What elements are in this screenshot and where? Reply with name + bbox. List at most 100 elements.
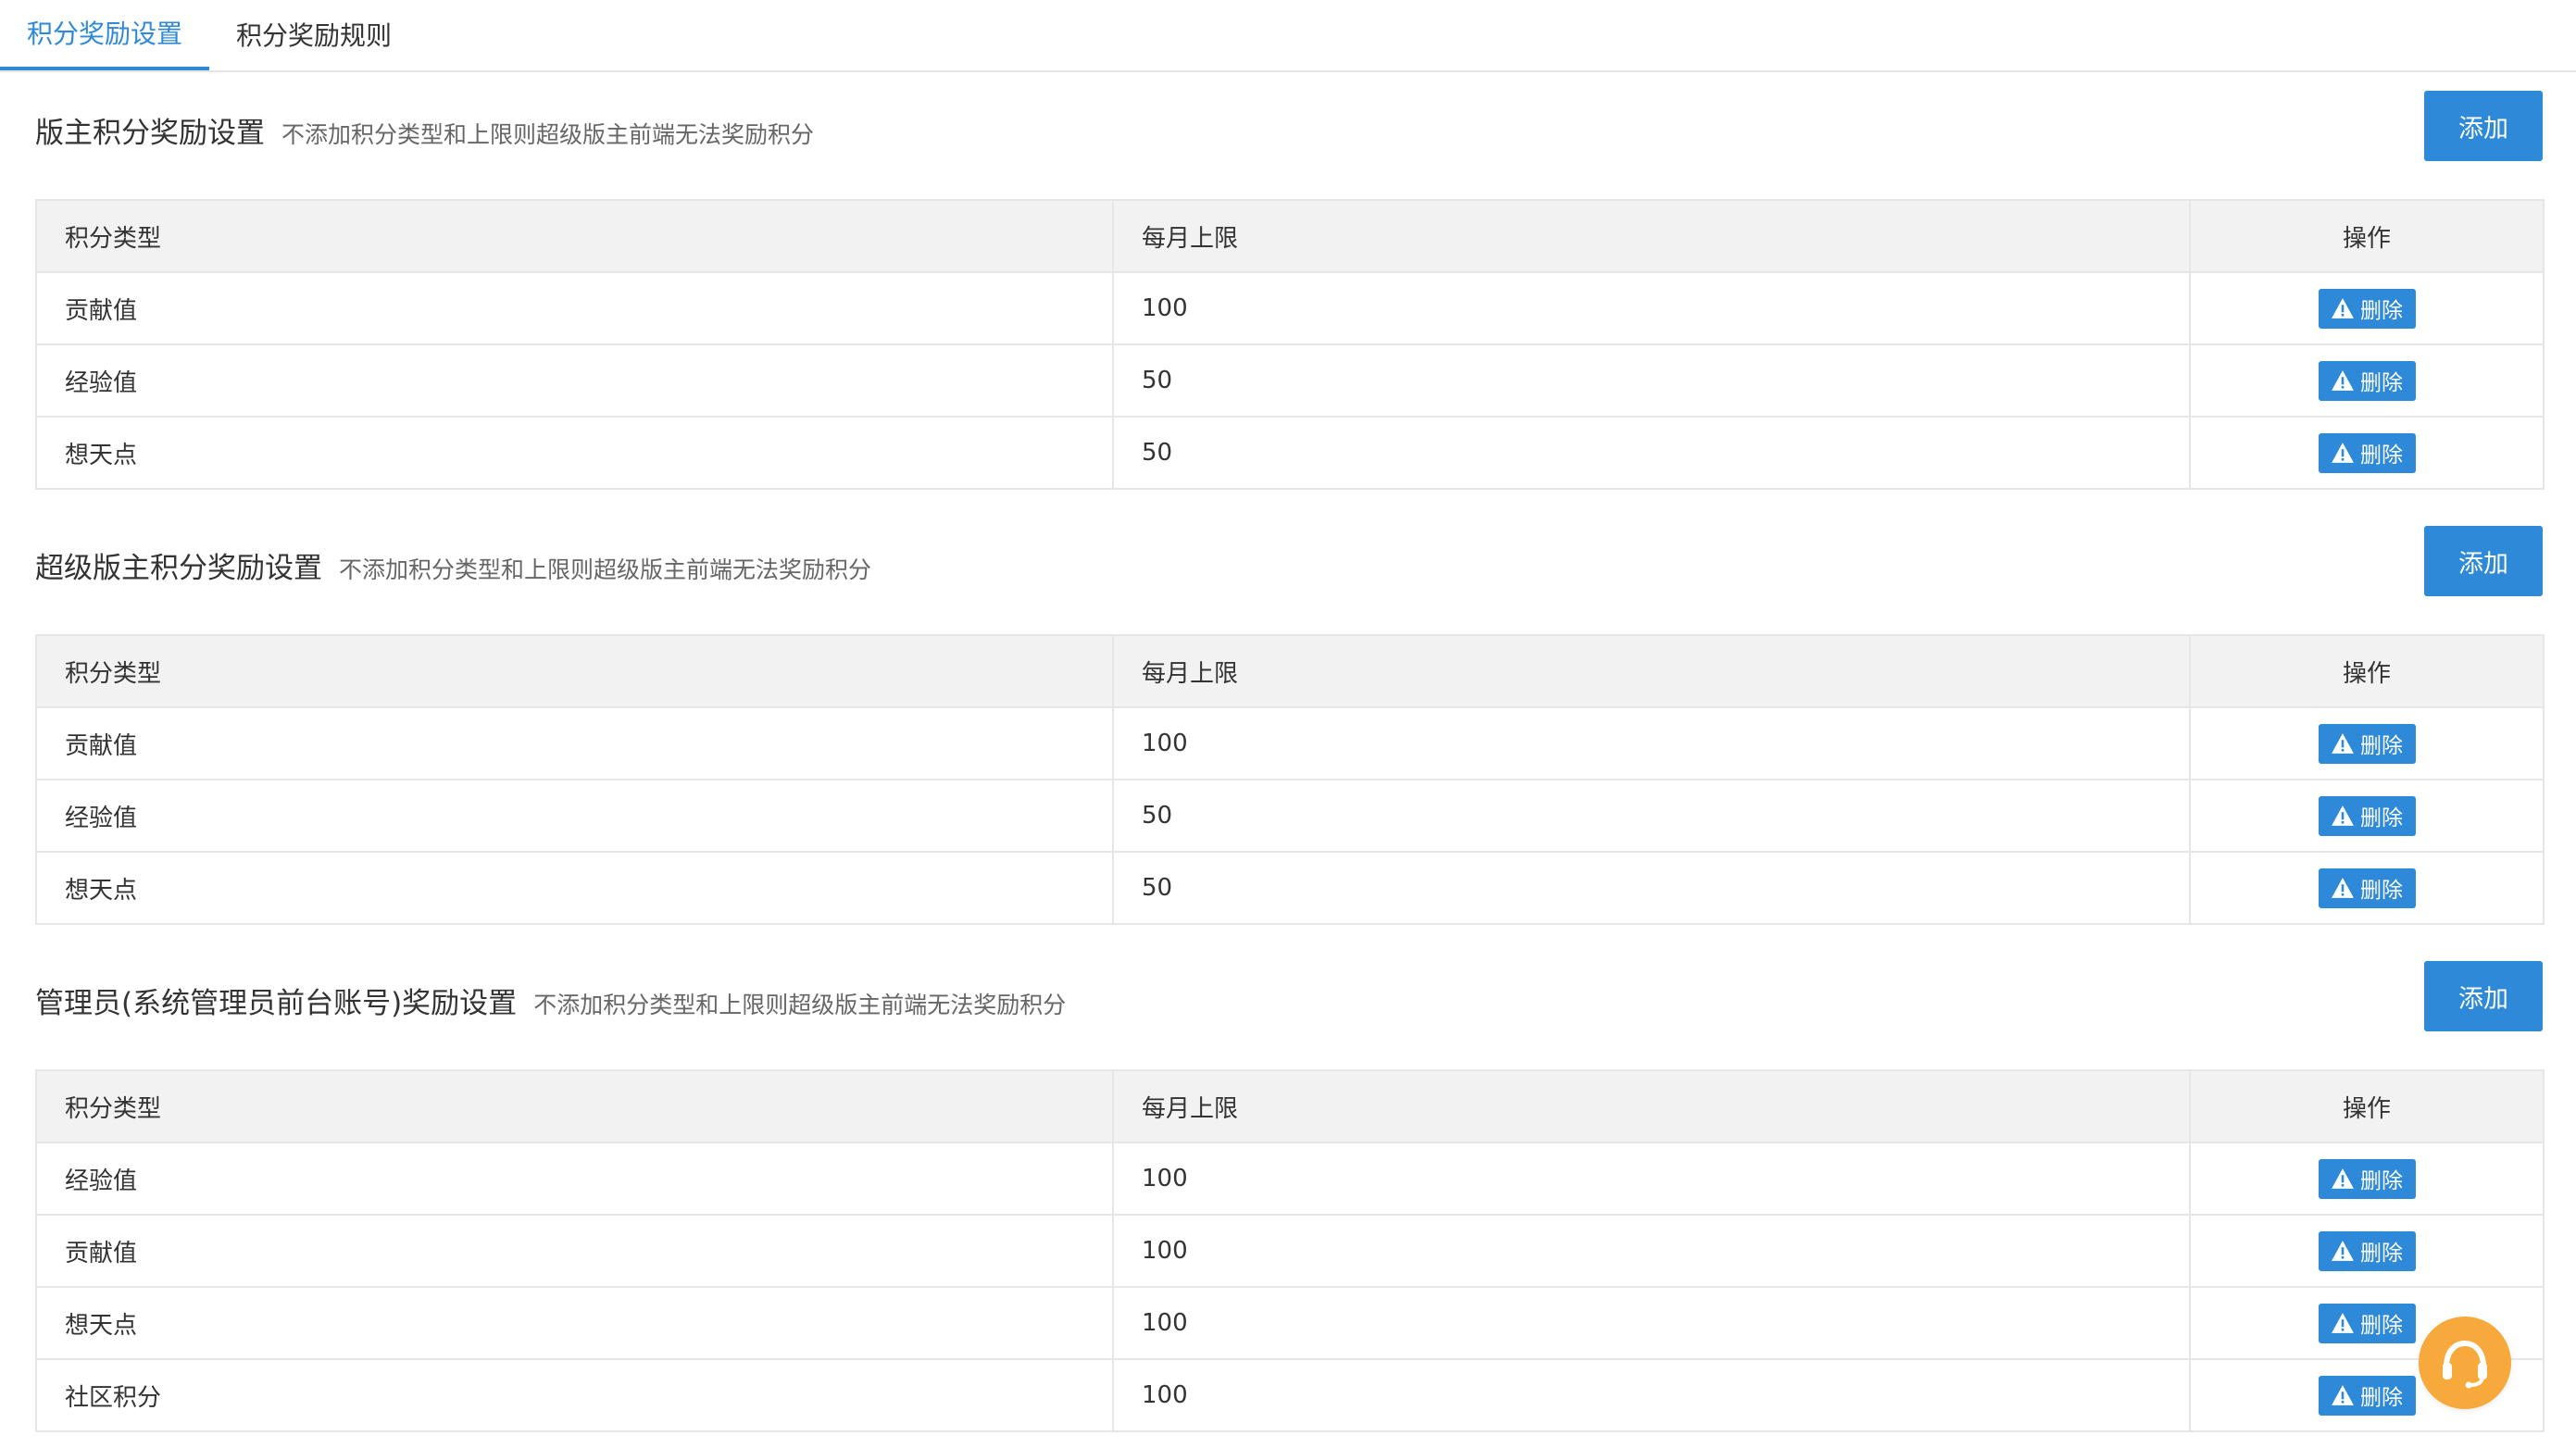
warning-icon	[2332, 298, 2354, 318]
headset-icon	[2443, 1340, 2487, 1389]
column-header-type: 积分类型	[35, 634, 1114, 708]
table-row: 想天点 50 删除	[35, 851, 2545, 925]
cell-limit: 100	[1112, 271, 2191, 345]
column-header-limit: 每月上限	[1112, 1069, 2191, 1143]
cell-type: 想天点	[35, 1286, 1114, 1360]
warning-icon	[2332, 1241, 2354, 1261]
reward-table: 积分类型 每月上限 操作 经验值 100 删除 贡献值 100 删除 想天点 1…	[35, 1069, 2545, 1432]
table-header-row: 积分类型 每月上限 操作	[35, 199, 2545, 273]
table-row: 经验值 100 删除	[35, 1142, 2545, 1216]
table-row: 贡献值 100 删除	[35, 271, 2545, 345]
section-title: 超级版主积分奖励设置 不添加积分类型和上限则超级版主前端无法奖励积分	[35, 544, 871, 586]
table-row: 贡献值 100 删除	[35, 706, 2545, 780]
tab-bar: 积分奖励设置 积分奖励规则	[0, 0, 2576, 72]
cell-type: 社区积分	[35, 1358, 1114, 1432]
delete-button[interactable]: 删除	[2318, 723, 2416, 764]
section-tip: 不添加积分类型和上限则超级版主前端无法奖励积分	[281, 121, 815, 148]
add-button[interactable]: 添加	[2424, 526, 2543, 596]
warning-icon	[2332, 1313, 2354, 1333]
warning-icon	[2332, 805, 2354, 826]
super-moderator-reward-section: 超级版主积分奖励设置 不添加积分类型和上限则超级版主前端无法奖励积分 添加 积分类…	[35, 526, 2545, 925]
cell-action: 删除	[2189, 343, 2545, 418]
cell-type: 贡献值	[35, 706, 1114, 780]
cell-limit: 100	[1112, 1142, 2191, 1216]
delete-label: 删除	[2360, 734, 2403, 758]
reward-table: 积分类型 每月上限 操作 贡献值 100 删除 经验值 50 删除 想天点 50…	[35, 634, 2545, 925]
customer-support-button[interactable]	[2419, 1317, 2511, 1409]
add-button[interactable]: 添加	[2424, 91, 2543, 161]
delete-button[interactable]: 删除	[2318, 1303, 2416, 1343]
tab-reward-settings[interactable]: 积分奖励设置	[0, 0, 210, 70]
delete-button[interactable]: 删除	[2318, 1375, 2416, 1416]
delete-button[interactable]: 删除	[2318, 1230, 2416, 1271]
section-header: 管理员(系统管理员前台账号)奖励设置 不添加积分类型和上限则超级版主前端无法奖励积…	[35, 961, 2543, 1033]
cell-type: 经验值	[35, 343, 1114, 418]
cell-action: 删除	[2189, 1214, 2545, 1288]
cell-type: 经验值	[35, 779, 1114, 853]
column-header-action: 操作	[2189, 199, 2545, 273]
section-header: 超级版主积分奖励设置 不添加积分类型和上限则超级版主前端无法奖励积分 添加	[35, 526, 2543, 598]
cell-limit: 50	[1112, 851, 2191, 925]
cell-action: 删除	[2189, 1142, 2545, 1216]
delete-button[interactable]: 删除	[2318, 432, 2416, 473]
tab-reward-rules[interactable]: 积分奖励规则	[209, 0, 419, 70]
section-tip: 不添加积分类型和上限则超级版主前端无法奖励积分	[533, 992, 1067, 1018]
section-tip: 不添加积分类型和上限则超级版主前端无法奖励积分	[339, 556, 872, 583]
cell-limit: 100	[1112, 1358, 2191, 1432]
column-header-type: 积分类型	[35, 1069, 1114, 1143]
table-row: 想天点 100 删除	[35, 1286, 2545, 1360]
warning-icon	[2332, 443, 2354, 463]
admin-reward-section: 管理员(系统管理员前台账号)奖励设置 不添加积分类型和上限则超级版主前端无法奖励积…	[35, 961, 2545, 1432]
table-row: 经验值 50 删除	[35, 779, 2545, 853]
section-title-text: 管理员(系统管理员前台账号)奖励设置	[35, 987, 518, 1020]
section-title: 版主积分奖励设置 不添加积分类型和上限则超级版主前端无法奖励积分	[35, 109, 814, 151]
cell-action: 删除	[2189, 851, 2545, 925]
delete-label: 删除	[2360, 299, 2403, 323]
delete-label: 删除	[2360, 1386, 2403, 1410]
cell-type: 贡献值	[35, 271, 1114, 345]
cell-type: 贡献值	[35, 1214, 1114, 1288]
delete-label: 删除	[2360, 1169, 2403, 1193]
delete-button[interactable]: 删除	[2318, 360, 2416, 401]
cell-limit: 50	[1112, 343, 2191, 418]
column-header-action: 操作	[2189, 1069, 2545, 1143]
warning-icon	[2332, 1168, 2354, 1189]
cell-type: 想天点	[35, 416, 1114, 490]
section-title-text: 版主积分奖励设置	[35, 117, 265, 150]
table-row: 想天点 50 删除	[35, 416, 2545, 490]
cell-limit: 100	[1112, 706, 2191, 780]
column-header-limit: 每月上限	[1112, 199, 2191, 273]
delete-label: 删除	[2360, 806, 2403, 830]
delete-label: 删除	[2360, 1314, 2403, 1338]
delete-label: 删除	[2360, 443, 2403, 468]
delete-label: 删除	[2360, 371, 2403, 395]
table-header-row: 积分类型 每月上限 操作	[35, 1069, 2545, 1143]
table-row: 经验值 50 删除	[35, 343, 2545, 418]
section-title: 管理员(系统管理员前台账号)奖励设置 不添加积分类型和上限则超级版主前端无法奖励积…	[35, 980, 1066, 1021]
delete-button[interactable]: 删除	[2318, 1158, 2416, 1199]
warning-icon	[2332, 878, 2354, 898]
table-row: 贡献值 100 删除	[35, 1214, 2545, 1288]
delete-button[interactable]: 删除	[2318, 868, 2416, 908]
section-header: 版主积分奖励设置 不添加积分类型和上限则超级版主前端无法奖励积分 添加	[35, 91, 2543, 163]
cell-type: 想天点	[35, 851, 1114, 925]
reward-table: 积分类型 每月上限 操作 贡献值 100 删除 经验值 50 删除 想天点 50…	[35, 199, 2545, 490]
cell-limit: 100	[1112, 1214, 2191, 1288]
cell-limit: 50	[1112, 779, 2191, 853]
cell-action: 删除	[2189, 416, 2545, 490]
column-header-limit: 每月上限	[1112, 634, 2191, 708]
delete-button[interactable]: 删除	[2318, 795, 2416, 836]
cell-action: 删除	[2189, 271, 2545, 345]
cell-limit: 50	[1112, 416, 2191, 490]
section-title-text: 超级版主积分奖励设置	[35, 552, 322, 585]
add-button[interactable]: 添加	[2424, 961, 2543, 1031]
table-header-row: 积分类型 每月上限 操作	[35, 634, 2545, 708]
warning-icon	[2332, 370, 2354, 391]
delete-button[interactable]: 删除	[2318, 288, 2416, 329]
cell-action: 删除	[2189, 706, 2545, 780]
warning-icon	[2332, 1385, 2354, 1405]
cell-type: 经验值	[35, 1142, 1114, 1216]
column-header-type: 积分类型	[35, 199, 1114, 273]
table-row: 社区积分 100 删除	[35, 1358, 2545, 1432]
delete-label: 删除	[2360, 879, 2403, 903]
